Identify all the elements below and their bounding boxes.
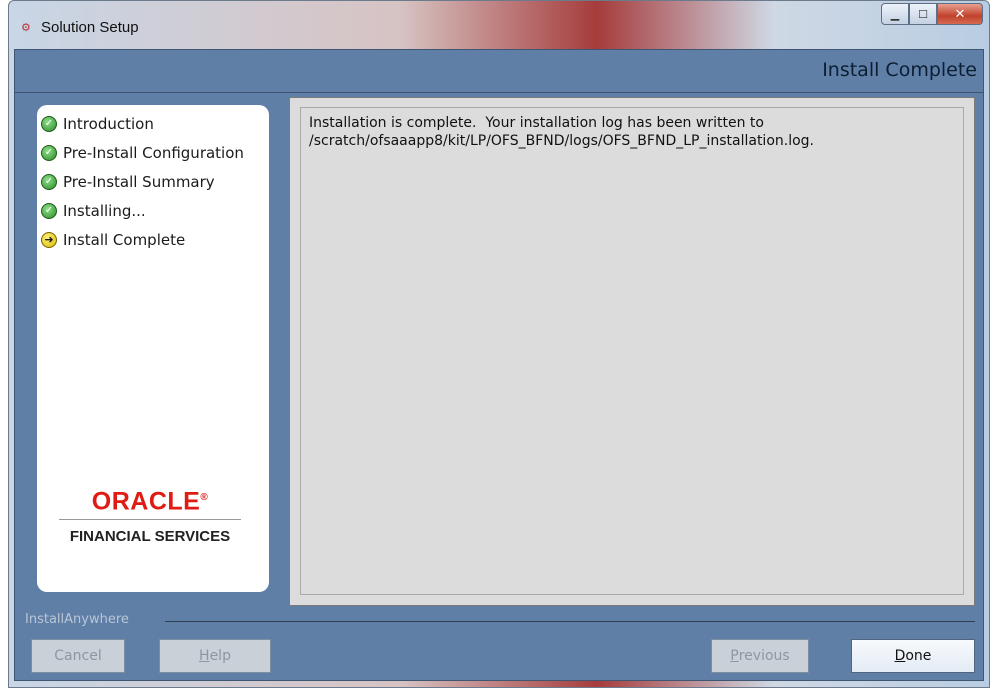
installanywhere-label: InstallAnywhere: [25, 612, 137, 627]
check-icon: ✓: [41, 173, 57, 190]
installer-client-area: Install Complete ✓ Introduction ✓ Pre-In…: [14, 49, 984, 681]
help-button[interactable]: Help: [159, 639, 271, 673]
step-header: Install Complete: [15, 50, 983, 93]
message-line-2: /scratch/ofsaaapp8/kit/LP/OFS_BFND/logs/…: [309, 133, 815, 149]
arrow-right-icon: ➜: [41, 231, 57, 248]
check-icon: ✓: [41, 202, 57, 219]
title-bar[interactable]: ⚙ Solution Setup ▁ ☐ ✕: [9, 1, 989, 45]
step-label: Installing...: [63, 201, 146, 220]
check-icon: ✓: [41, 144, 57, 161]
window-controls: ▁ ☐ ✕: [881, 3, 983, 25]
message-line-1: Installation is complete. Your installat…: [309, 115, 764, 131]
page-title: Install Complete: [822, 59, 977, 81]
installer-window: ⚙ Solution Setup ▁ ☐ ✕ Install Complete …: [8, 0, 990, 688]
logo-divider: [59, 519, 241, 521]
step-label: Pre-Install Configuration: [63, 143, 244, 162]
oracle-brand-text: ORACLE®: [91, 487, 209, 516]
previous-button[interactable]: Previous: [711, 639, 809, 673]
message-area: Installation is complete. Your installat…: [300, 107, 964, 595]
close-icon[interactable]: ✕: [937, 3, 983, 25]
step-label: Introduction: [63, 114, 154, 133]
done-button[interactable]: Done: [851, 639, 975, 673]
steps-sidebar: ✓ Introduction ✓ Pre-Install Configurati…: [37, 105, 269, 592]
maximize-icon[interactable]: ☐: [909, 3, 937, 25]
oracle-logo: ORACLE® FINANCIAL SERVICES: [59, 483, 241, 545]
minimize-icon[interactable]: ▁: [881, 3, 909, 25]
step-introduction: ✓ Introduction: [41, 109, 244, 138]
step-install-complete: ➜ Install Complete: [41, 225, 244, 254]
completion-message: Installation is complete. Your installat…: [309, 114, 814, 150]
step-label: Install Complete: [63, 230, 186, 249]
step-installing: ✓ Installing...: [41, 196, 244, 225]
installer-app-icon: ⚙: [21, 21, 31, 34]
window-title: Solution Setup: [41, 19, 139, 36]
content-panel: Installation is complete. Your installat…: [289, 97, 975, 606]
step-pre-install-configuration: ✓ Pre-Install Configuration: [41, 138, 244, 167]
step-pre-install-summary: ✓ Pre-Install Summary: [41, 167, 244, 196]
check-icon: ✓: [41, 115, 57, 132]
footer-divider: [165, 621, 975, 622]
logo-subtitle: FINANCIAL SERVICES: [69, 528, 231, 546]
step-label: Pre-Install Summary: [63, 172, 215, 191]
steps-list: ✓ Introduction ✓ Pre-Install Configurati…: [41, 109, 244, 254]
cancel-button[interactable]: Cancel: [31, 639, 125, 673]
